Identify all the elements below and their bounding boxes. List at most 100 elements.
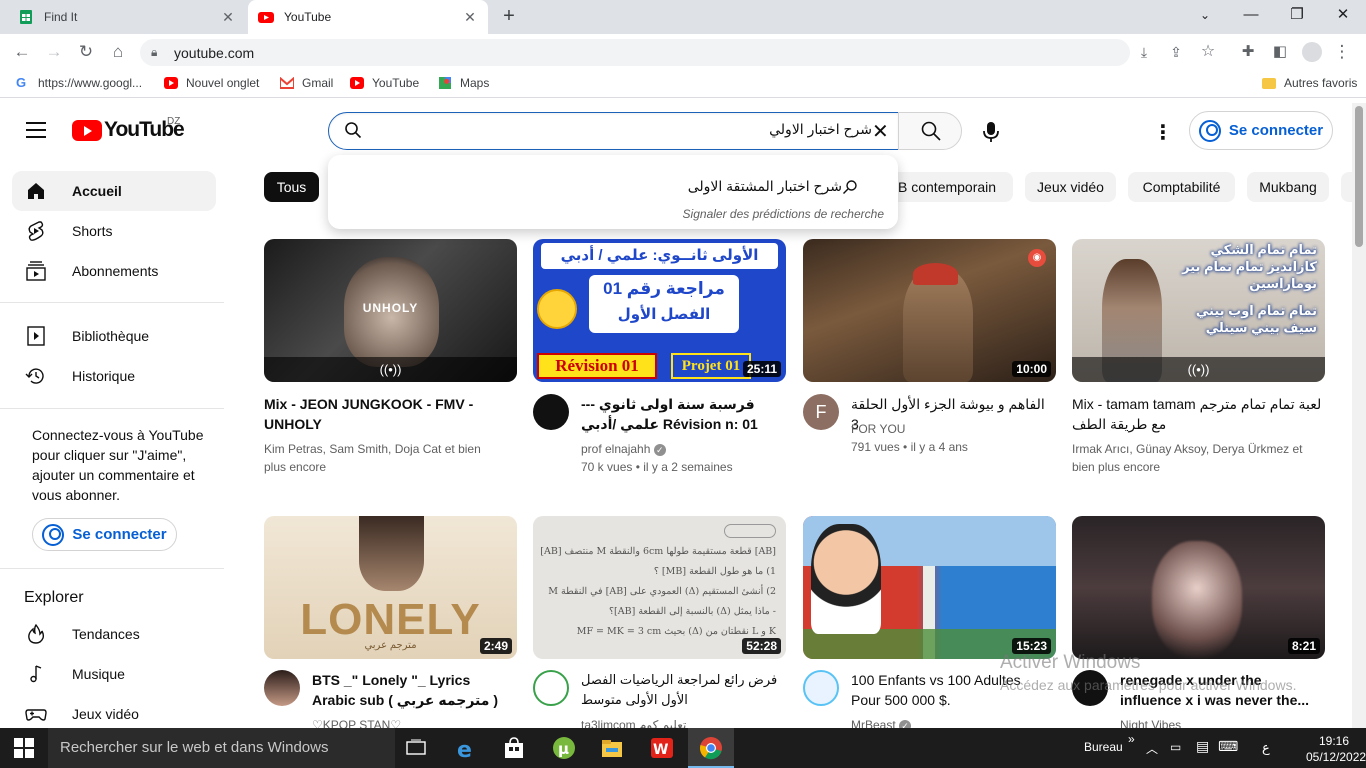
suggestion-item[interactable]: شرح اختبار المشتقة الاولى [628, 178, 842, 195]
chip-overflow[interactable] [1341, 172, 1352, 202]
bookmark-gmail[interactable]: Gmail [280, 76, 333, 90]
new-tab-button[interactable]: + [498, 6, 520, 28]
sidebar-item-historique[interactable]: Historique [12, 356, 216, 396]
desktop-toolbar-label[interactable]: Bureau [1084, 740, 1123, 754]
back-icon[interactable]: ← [10, 40, 34, 64]
action-center-icon[interactable]: ▤ [1196, 738, 1209, 755]
sidebar-item-shorts[interactable]: Shorts [12, 211, 216, 251]
video-thumbnail[interactable]: [AB] قطعة مستقيمة طولها 6cm والنقطة M من… [533, 516, 786, 659]
video-title[interactable]: Mix - JEON JUNGKOOK - FMV - UNHOLY [264, 394, 517, 434]
tab-find-it[interactable]: Find It ✕ [0, 0, 246, 34]
close-window-button[interactable]: ✕ [1320, 0, 1366, 30]
bookmark-star-icon[interactable]: ☆ [1196, 40, 1220, 64]
video-channel[interactable]: ♡KPOP STAN♡ [312, 716, 512, 728]
sidebar-item-accueil[interactable]: Accueil [12, 171, 216, 211]
url-text[interactable]: youtube.com [174, 45, 254, 61]
wps-office-icon[interactable]: W [650, 736, 674, 760]
home-icon[interactable]: ⌂ [106, 40, 130, 64]
report-predictions-link[interactable]: Signaler des prédictions de recherche [500, 207, 884, 221]
taskbar-clock[interactable]: 19:16 05/12/2022 [1306, 733, 1366, 765]
sheets-icon [20, 10, 32, 24]
share-icon[interactable]: ⇪ [1164, 40, 1188, 64]
task-view-icon[interactable] [404, 736, 428, 760]
video-thumbnail[interactable]: 8:21 [1072, 516, 1325, 659]
video-channel[interactable]: ta3limcom تعليم كوم [581, 716, 781, 728]
sidebar-item-tendances[interactable]: Tendances [12, 614, 216, 654]
bookmark-google[interactable]: G https://www.googl... [16, 76, 142, 90]
chip-mukbang[interactable]: Mukbang [1247, 172, 1329, 202]
video-thumbnail[interactable]: LONELY مترجم عربي 2:49 [264, 516, 517, 659]
video-channel[interactable]: FOR YOU [851, 420, 1051, 438]
extensions-icon[interactable]: ✚ [1236, 40, 1260, 64]
reload-icon[interactable]: ↻ [74, 40, 98, 64]
battery-icon[interactable]: ▭ [1170, 740, 1181, 754]
install-icon[interactable]: ⤓ [1132, 40, 1156, 64]
toolbar-expand-icon[interactable]: » [1128, 732, 1135, 746]
lock-icon[interactable]: 🔒︎ [151, 45, 157, 60]
chip-contemporain[interactable]: B contemporain [886, 172, 1013, 202]
settings-menu-icon[interactable]: ⋮ [1153, 120, 1173, 145]
bookmark-youtube[interactable]: YouTube [350, 76, 419, 90]
language-indicator[interactable]: ع [1262, 740, 1270, 756]
sidebar-item-musique[interactable]: Musique [12, 654, 216, 694]
restore-button[interactable]: ❐ [1274, 0, 1320, 30]
video-thumbnail[interactable]: تمام تمام الشكي كازانديز تمام تمام بير ن… [1072, 239, 1325, 382]
video-title[interactable]: Mix - tamam tamam لعبة تمام تمام مترجم م… [1072, 394, 1325, 434]
video-thumbnail[interactable]: 15:23 [803, 516, 1056, 659]
utorrent-icon[interactable]: µ [552, 736, 576, 760]
forward-icon[interactable]: → [42, 40, 66, 64]
search-icon[interactable] [920, 120, 942, 142]
channel-avatar[interactable] [803, 670, 839, 706]
video-thumbnail[interactable]: UNHOLY ((•)) [264, 239, 517, 382]
scrollbar-thumb[interactable] [1355, 106, 1363, 247]
video-channel[interactable]: prof elnajahh ✓ [581, 440, 781, 458]
sign-in-button[interactable]: Se connecter [1189, 111, 1333, 150]
close-tab-icon[interactable]: ✕ [460, 9, 480, 26]
video-channel[interactable]: Kim Petras, Sam Smith, Doja Cat et bien … [264, 440, 504, 476]
address-bar[interactable] [140, 39, 1130, 66]
close-tab-icon[interactable]: ✕ [218, 9, 238, 26]
sidebar-item-abonnements[interactable]: Abonnements [12, 251, 216, 291]
video-channel[interactable]: Night Vibes [1120, 716, 1320, 728]
chip-jeux-video[interactable]: Jeux vidéo [1025, 172, 1116, 202]
edge-icon[interactable]: e [454, 736, 478, 760]
microphone-icon[interactable] [976, 117, 1006, 147]
sidebar-item-bibliotheque[interactable]: Bibliothèque [12, 316, 216, 356]
windows-start-icon[interactable] [14, 738, 34, 758]
chrome-menu-icon[interactable]: ⋮ [1330, 40, 1354, 64]
bookmark-maps[interactable]: Maps [438, 76, 489, 90]
taskbar-search-input[interactable]: Rechercher sur le web et dans Windows [48, 728, 395, 768]
chrome-icon[interactable] [699, 736, 723, 760]
keyboard-icon[interactable]: ⌨ [1218, 738, 1238, 755]
video-thumbnail[interactable]: ◉ 10:00 [803, 239, 1056, 382]
thumbnail-text: تمام تمام اوب بيني [1195, 303, 1317, 318]
video-title[interactable]: --- فرسبة سنة اولى ثانوي علمي /أدبي Révi… [581, 394, 781, 434]
hamburger-menu-icon[interactable] [26, 122, 46, 138]
tab-youtube[interactable]: YouTube ✕ [248, 0, 488, 34]
video-channel[interactable]: Irmak Arıcı, Günay Aksoy, Derya Ürkmez e… [1072, 440, 1312, 476]
video-thumbnail[interactable]: الأولى ثانــوي: علمي / أدبي مراجعة رقم 0… [533, 239, 786, 382]
channel-avatar[interactable] [533, 394, 569, 430]
video-title[interactable]: BTS _" Lonely "_ Lyrics Arabic sub ( متر… [312, 670, 512, 710]
video-stats: 791 vues • il y a 4 ans [851, 440, 968, 454]
channel-avatar[interactable] [533, 670, 569, 706]
show-hidden-icons-icon[interactable]: ︿ [1146, 740, 1158, 757]
sidepanel-icon[interactable]: ◧ [1268, 40, 1292, 64]
file-explorer-icon[interactable] [600, 736, 624, 760]
video-title[interactable]: فرض رائع لمراجعة الرياضيات الفصل الأول ا… [581, 670, 781, 710]
bookmark-new-tab[interactable]: Nouvel onglet [164, 76, 259, 90]
channel-avatar[interactable] [264, 670, 300, 706]
chip-comptabilite[interactable]: Comptabilité [1128, 172, 1235, 202]
minimize-button[interactable]: — [1228, 0, 1274, 30]
clear-search-icon[interactable]: ✕ [872, 119, 889, 144]
channel-avatar[interactable]: F [803, 394, 839, 430]
sidebar-sign-in-button[interactable]: Se connecter [32, 518, 177, 551]
search-query-text[interactable]: شرح اختبار الاولي [600, 121, 872, 138]
store-icon[interactable] [502, 736, 526, 760]
profile-avatar[interactable] [1302, 42, 1322, 62]
tab-search-icon[interactable]: ⌄ [1182, 0, 1228, 30]
video-channel[interactable]: MrBeast ✓ [851, 716, 1051, 728]
youtube-logo-icon[interactable] [72, 120, 102, 141]
other-bookmarks[interactable]: Autres favoris [1262, 76, 1357, 90]
chip-tous[interactable]: Tous [264, 172, 319, 202]
